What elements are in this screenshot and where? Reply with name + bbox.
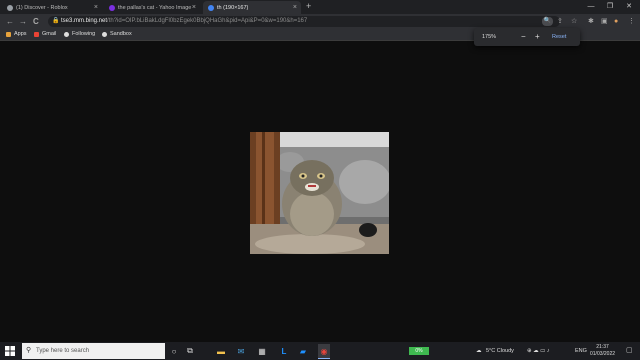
tab-close-icon[interactable]: × <box>293 4 297 11</box>
url-path: /th?id=OIP.bLiBakLdgFl0bzEgek0BbjQHaGh&p… <box>107 18 308 24</box>
pallas-cat-image <box>250 132 389 254</box>
lock-icon[interactable]: 🔒 <box>52 16 59 27</box>
tab-title: th (190×167) <box>217 4 249 11</box>
cloud-weather-icon[interactable]: ☁ <box>476 343 482 359</box>
battery-percent-badge[interactable]: 0% <box>409 347 429 355</box>
tab-roblox[interactable]: (1) Discover - Roblox × <box>2 1 102 14</box>
back-button[interactable]: ← <box>6 14 14 29</box>
tab-yahoo-image[interactable]: the pallas's cat - Yahoo Image Se × <box>104 1 200 14</box>
pokeball-icon <box>102 32 107 37</box>
side-panel-icon[interactable]: ▣ <box>601 14 608 29</box>
menu-icon[interactable]: ⋮ <box>628 14 635 29</box>
bookmark-following[interactable]: Following <box>64 29 95 40</box>
maximize-button[interactable]: ❐ <box>603 0 617 14</box>
notification-icon[interactable]: ▢ <box>626 346 633 354</box>
gmail-icon <box>34 32 39 37</box>
app-l-icon[interactable]: L <box>278 344 290 358</box>
bookmark-label: Sandbox <box>110 31 132 37</box>
url-domain: tse3.mm.bing.net <box>61 18 108 24</box>
extensions-icon[interactable]: ✱ <box>588 14 594 29</box>
minimize-button[interactable]: — <box>584 0 598 14</box>
task-view-icon[interactable]: ⧉ <box>184 344 196 358</box>
zoom-in-button[interactable]: + <box>535 31 540 43</box>
tab-title: (1) Discover - Roblox <box>16 4 68 11</box>
tab-image-active[interactable]: th (190×167) × <box>203 1 301 14</box>
mail-icon[interactable]: ✉ <box>235 344 247 358</box>
bookmark-gmail[interactable]: Gmail <box>34 29 56 40</box>
close-window-button[interactable]: ✕ <box>622 0 636 14</box>
tab-title: the pallas's cat - Yahoo Image Se <box>118 4 192 11</box>
windows-start-icon[interactable] <box>5 346 15 356</box>
bookmark-sandbox[interactable]: Sandbox <box>102 29 132 40</box>
image-favicon-icon <box>208 4 214 11</box>
pallas-cat-photo <box>250 132 389 254</box>
yahoo-favicon-icon <box>109 4 115 11</box>
cortana-icon[interactable]: ○ <box>168 344 180 358</box>
bookmark-label: Gmail <box>42 31 57 37</box>
store-icon[interactable]: ▦ <box>256 344 268 358</box>
zoom-level: 175% <box>482 34 497 40</box>
chrome-icon[interactable]: ◉ <box>318 344 330 359</box>
search-placeholder: Type here to search <box>36 348 90 354</box>
search-icon: ⚲ <box>26 347 32 354</box>
file-explorer-icon[interactable]: ▬ <box>215 344 227 358</box>
clock-date: 01/03/2022 <box>590 351 616 357</box>
tab-close-icon[interactable]: × <box>94 4 98 11</box>
forward-button[interactable]: → <box>19 14 27 29</box>
zoom-reset-button[interactable]: Reset <box>552 31 566 43</box>
share-icon[interactable]: ⇪ <box>557 14 563 29</box>
bookmark-star-icon[interactable]: ☆ <box>571 14 577 29</box>
clock[interactable]: 21:37 01/03/2022 <box>590 344 615 358</box>
pokeball-icon <box>64 32 69 37</box>
bookmark-apps[interactable]: Apps <box>6 29 27 40</box>
tab-close-icon[interactable]: × <box>192 4 196 11</box>
profile-avatar-icon[interactable]: ● <box>614 14 618 29</box>
reload-button[interactable]: C <box>33 14 39 29</box>
zoom-icon[interactable]: 🔍 <box>542 17 553 26</box>
bookmark-label: Apps <box>14 31 27 37</box>
apps-grid-icon <box>6 32 11 37</box>
roblox-favicon-icon <box>7 4 13 11</box>
language-indicator[interactable]: ENG <box>575 343 587 359</box>
clock-time: 21:37 <box>596 344 609 350</box>
tray-icons[interactable]: ⊕ ☁ ▭ ♪ <box>527 343 550 359</box>
windows-app-icon[interactable]: ▰ <box>297 344 309 358</box>
new-tab-button[interactable]: + <box>306 1 311 11</box>
zoom-out-button[interactable]: − <box>521 31 526 43</box>
url-text[interactable]: tse3.mm.bing.net/th?id=OIP.bLiBakLdgFl0b… <box>61 16 307 27</box>
weather-text[interactable]: 5°C Cloudy <box>486 343 514 359</box>
bookmark-label: Following <box>72 31 96 37</box>
